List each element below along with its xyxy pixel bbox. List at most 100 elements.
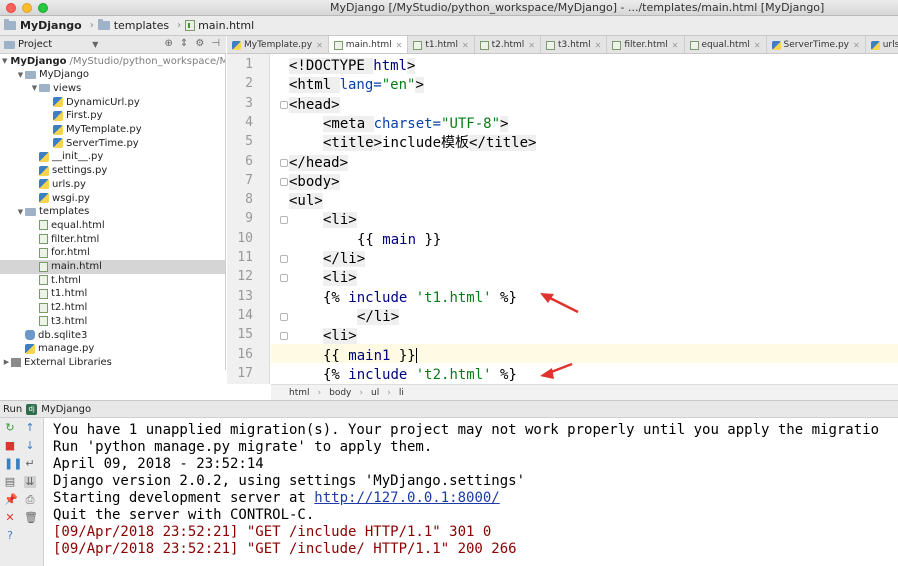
tab-label: MyTemplate.py — [244, 40, 313, 50]
zoom-window-button[interactable] — [38, 3, 48, 13]
restore-layout-icon[interactable]: ▤ — [4, 476, 16, 488]
code-token: 't2.html' — [415, 366, 492, 383]
fold-marker-icon[interactable] — [280, 274, 288, 283]
editor-breadcrumb-item[interactable]: body — [329, 388, 351, 398]
chevron-down-icon[interactable]: ▼ — [16, 71, 25, 79]
pause-icon[interactable]: ❚❚ — [4, 458, 22, 470]
tree-item[interactable]: ▼ MyDjango — [0, 68, 225, 82]
arrow-down-icon[interactable]: ↓ — [24, 440, 36, 452]
trash-icon[interactable]: 🗑 — [24, 512, 38, 524]
fold-marker-icon[interactable] — [280, 177, 288, 186]
tab-equal-html[interactable]: equal.html ✕ — [685, 36, 767, 53]
soft-wrap-icon[interactable]: ↵ — [24, 458, 36, 470]
chevron-down-icon[interactable]: ▼ — [2, 57, 7, 65]
chevron-down-icon[interactable]: ▼ — [30, 84, 39, 92]
tree-item-label: manage.py — [38, 343, 95, 355]
tree-item[interactable]: First.py — [0, 109, 225, 123]
tab-urls-py[interactable]: urls.py✕ — [866, 36, 898, 53]
tab-mytemplate-py[interactable]: MyTemplate.py ✕ — [227, 36, 329, 53]
tree-item[interactable]: wsgi.py — [0, 191, 225, 205]
django-icon: dj — [26, 403, 38, 415]
fold-marker-icon[interactable] — [280, 255, 288, 263]
editor-breadcrumb-item[interactable]: li — [399, 388, 404, 398]
tab-t3-html[interactable]: t3.html ✕ — [541, 36, 608, 53]
minimize-window-button[interactable] — [22, 3, 32, 13]
scroll-to-end-icon[interactable]: ⇊ — [24, 476, 36, 488]
chevron-down-icon[interactable]: ▼ — [92, 40, 98, 49]
fold-marker-icon[interactable] — [280, 216, 288, 225]
tree-item[interactable]: MyTemplate.py — [0, 123, 225, 137]
editor-breadcrumb-item[interactable]: ul — [371, 388, 379, 398]
line-number: 6 — [245, 153, 253, 169]
fold-marker-icon[interactable] — [280, 158, 288, 167]
tree-item[interactable]: settings.py — [0, 164, 225, 178]
gear-icon[interactable]: ⚙ — [195, 38, 204, 49]
tree-item[interactable]: DynamicUrl.py — [0, 95, 225, 109]
tree-item[interactable]: for.html — [0, 246, 225, 260]
tree-item-label: t.html — [51, 274, 81, 286]
close-tab-icon[interactable]: ✕ — [754, 41, 761, 50]
project-view-selector[interactable]: Project — [18, 39, 52, 50]
tab-main-html[interactable]: main.html ✕ — [328, 36, 409, 53]
scroll-from-source-icon[interactable]: ⊕ — [165, 38, 173, 49]
tree-item[interactable]: t.html — [0, 273, 225, 287]
breadcrumb-folder[interactable]: templates — [97, 19, 169, 32]
hide-panel-icon[interactable]: ⊣ — [211, 38, 220, 49]
html-file-icon — [39, 275, 48, 286]
chevron-down-icon[interactable]: ▼ — [16, 208, 25, 216]
tab-t2-html[interactable]: t2.html ✕ — [475, 36, 541, 53]
tree-item-label: First.py — [66, 110, 103, 122]
fold-marker-icon[interactable] — [280, 312, 288, 321]
console-line: You have 1 unapplied migration(s). Your … — [53, 422, 880, 438]
tree-item[interactable]: urls.py — [0, 177, 225, 191]
close-tab-icon[interactable]: ✕ — [528, 41, 535, 50]
tree-item[interactable]: t3.html — [0, 314, 225, 328]
tree-item[interactable]: filter.html — [0, 232, 225, 246]
close-tab-icon[interactable]: ✕ — [396, 41, 403, 50]
tree-item[interactable]: ▼ templates — [0, 205, 225, 219]
arrow-up-icon[interactable]: ↑ — [24, 422, 36, 434]
console-line: [09/Apr/2018 23:52:21] "GET /include/ HT… — [53, 541, 517, 557]
print-icon[interactable]: ⎙ — [24, 494, 36, 506]
tab-t1-html[interactable]: t1.html ✕ — [408, 36, 475, 53]
tree-item[interactable]: manage.py — [0, 342, 225, 356]
tree-item[interactable]: t1.html — [0, 287, 225, 301]
rerun-icon[interactable]: ↻ — [4, 422, 16, 434]
breadcrumb-project[interactable]: MyDjango — [4, 19, 82, 32]
run-console-output[interactable]: You have 1 unapplied migration(s). Your … — [45, 418, 898, 566]
tree-item[interactable]: main.html — [0, 259, 225, 274]
line-number: 2 — [245, 76, 253, 92]
close-tab-icon[interactable]: ✕ — [462, 41, 469, 50]
tree-item[interactable]: t2.html — [0, 301, 225, 315]
collapse-all-icon[interactable]: ⇕ — [180, 38, 188, 49]
close-tab-icon[interactable]: ✕ — [853, 41, 860, 50]
tab-servertime-py[interactable]: ServerTime.py ✕ — [767, 36, 866, 53]
tree-item[interactable]: db.sqlite3 — [0, 328, 225, 342]
fold-marker-icon[interactable] — [280, 332, 288, 341]
editor-breadcrumb-item[interactable]: html — [289, 388, 310, 398]
tree-item[interactable]: ServerTime.py — [0, 136, 225, 150]
tree-item[interactable]: equal.html — [0, 218, 225, 232]
server-url-link[interactable]: http://127.0.0.1:8000/ — [314, 490, 499, 506]
chevron-right-icon[interactable]: ▶ — [2, 358, 11, 366]
help-icon[interactable]: ? — [4, 530, 16, 542]
close-icon[interactable]: ✕ — [4, 512, 16, 524]
close-tab-icon[interactable]: ✕ — [316, 41, 323, 50]
close-tab-icon[interactable]: ✕ — [595, 41, 602, 50]
stop-icon[interactable]: ■ — [4, 440, 16, 452]
python-file-icon — [870, 40, 880, 50]
fold-marker-icon[interactable] — [280, 100, 288, 109]
tree-item[interactable]: ▼ MyDjango/MyStudio/python_workspace/M — [0, 54, 225, 68]
code-editor[interactable]: <!DOCTYPE html> <html lang="en"> <head> <me… — [271, 54, 898, 384]
breadcrumb-file[interactable]: main.html — [185, 19, 254, 32]
close-tab-icon[interactable]: ✕ — [672, 41, 679, 50]
tab-filter-html[interactable]: filter.html ✕ — [607, 36, 685, 53]
tree-item[interactable]: __init__.py — [0, 150, 225, 164]
tree-item[interactable]: ▼ views — [0, 81, 225, 95]
code-token: %} — [491, 289, 517, 306]
close-window-button[interactable] — [6, 3, 16, 13]
pin-icon[interactable]: 📌 — [4, 494, 18, 506]
tree-item[interactable]: ▶ External Libraries — [0, 355, 225, 369]
project-panel-header: Project ▼ ⊕ ⇕ ⚙ ⊣ — [0, 36, 226, 54]
run-configuration-tab[interactable]: MyDjango — [41, 404, 91, 415]
